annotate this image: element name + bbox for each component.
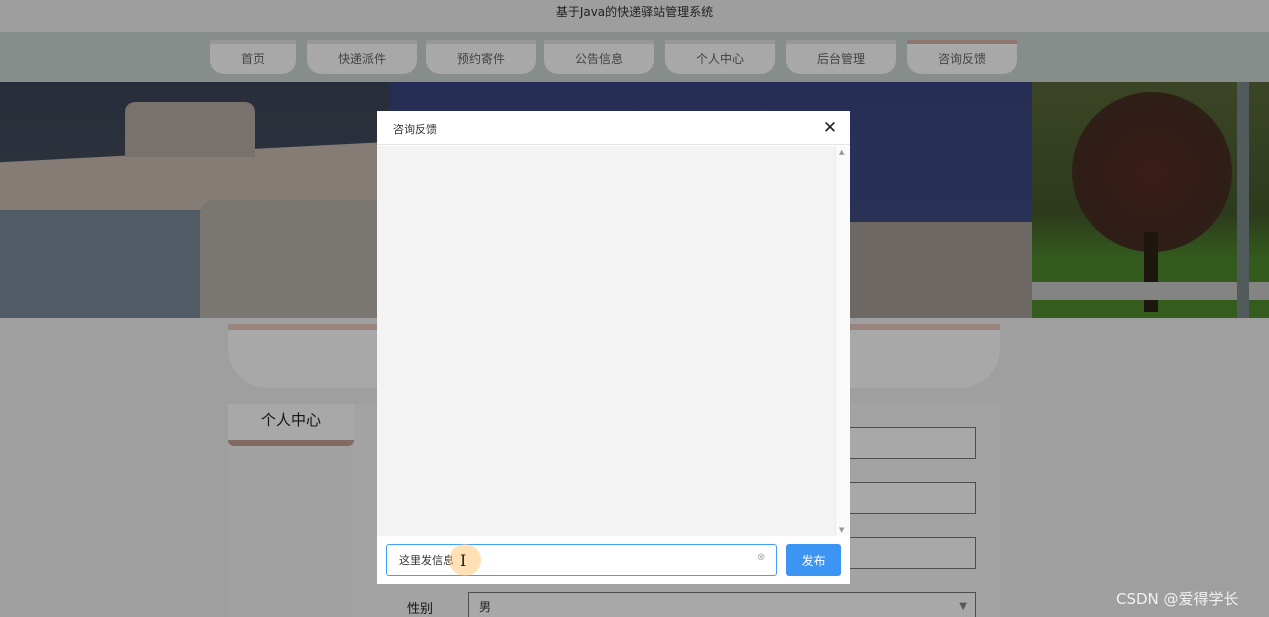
scroll-up-icon[interactable]: ▲ xyxy=(839,148,844,156)
clear-circle-icon[interactable]: ⊗ xyxy=(757,552,765,563)
publish-button[interactable]: 发布 xyxy=(786,544,841,576)
scrollbar[interactable]: ▲ ▼ xyxy=(835,146,850,536)
dialog-footer: ⊗ 发布 xyxy=(377,536,850,584)
dialog-title: 咨询反馈 xyxy=(393,123,437,136)
text-cursor-icon: I xyxy=(460,551,467,570)
dialog-header: 咨询反馈 ✕ xyxy=(377,111,850,145)
watermark: CSDN @爱得学长 xyxy=(1116,590,1239,608)
message-list[interactable] xyxy=(377,146,835,536)
close-icon[interactable]: ✕ xyxy=(820,118,840,138)
feedback-dialog: 咨询反馈 ✕ ▲ ▼ ⊗ 发布 xyxy=(377,111,850,584)
message-input[interactable] xyxy=(386,544,777,576)
scroll-down-icon[interactable]: ▼ xyxy=(839,526,844,534)
